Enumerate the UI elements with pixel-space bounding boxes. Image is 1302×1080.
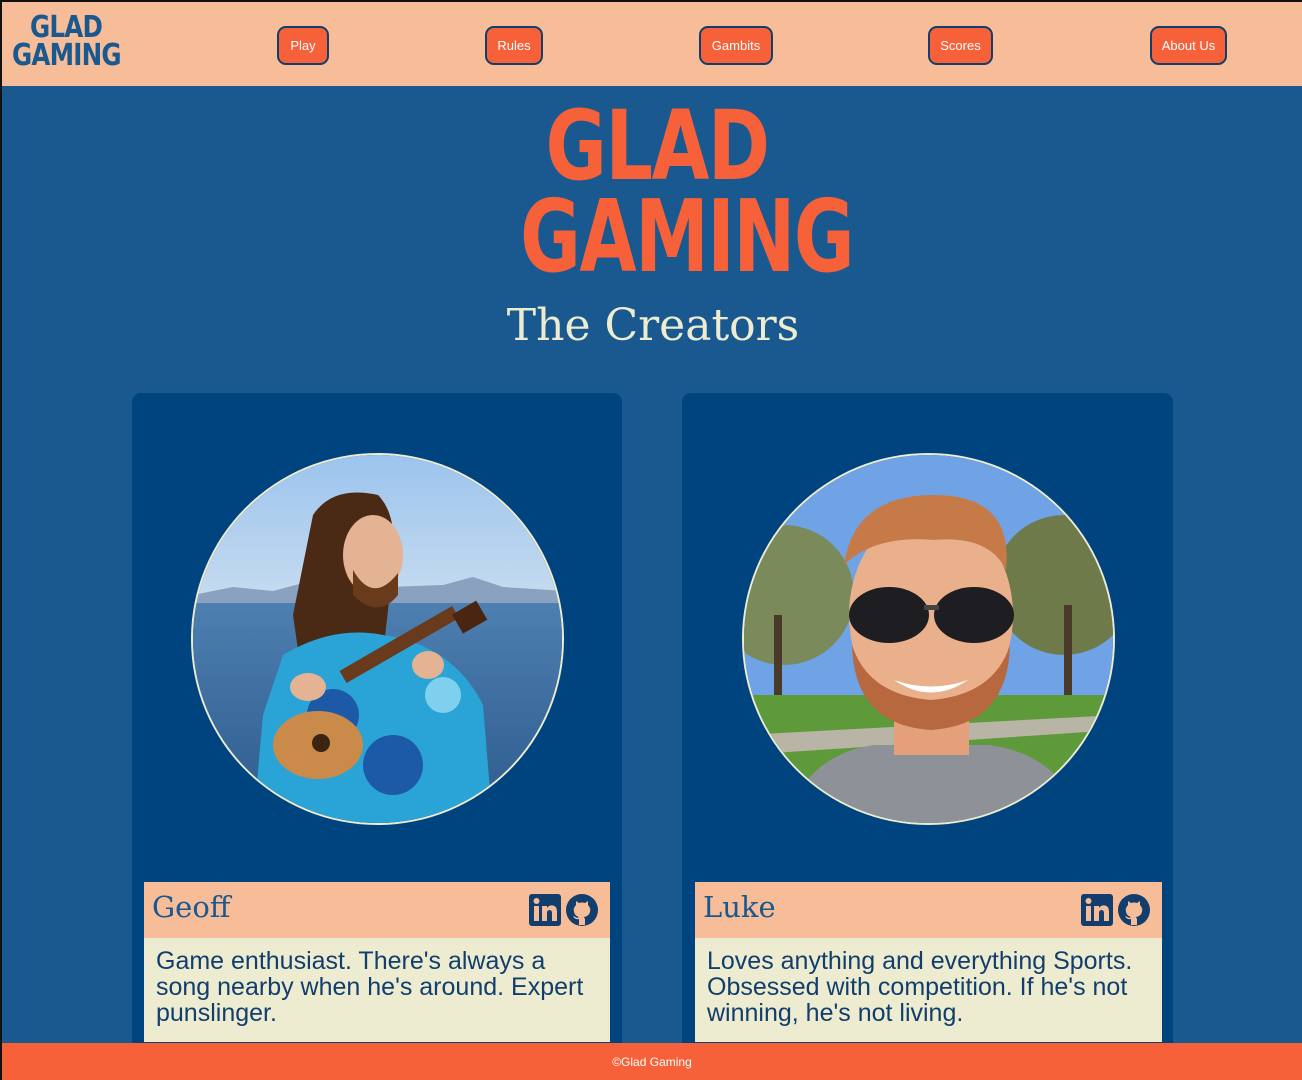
nav-rules-button[interactable]: Rules xyxy=(485,26,543,65)
creator-name-bar: Luke xyxy=(695,882,1162,938)
avatar-luke xyxy=(742,453,1115,825)
nav-gambits-button[interactable]: Gambits xyxy=(699,26,773,65)
brand-logo-line2: GAMING xyxy=(12,38,122,73)
page-title: The Creators xyxy=(506,300,800,351)
github-icon[interactable] xyxy=(1117,893,1151,927)
creator-name-bar: Geoff xyxy=(144,882,610,938)
footer-copyright: ©Glad Gaming xyxy=(612,1054,692,1069)
creator-bio: Loves anything and everything Sports. Ob… xyxy=(707,947,1133,1027)
nav-scores-button[interactable]: Scores xyxy=(928,26,993,65)
avatar-geoff xyxy=(191,453,564,825)
avatar-luke-photo xyxy=(744,455,1113,823)
nav-about-us-button[interactable]: About Us xyxy=(1150,26,1227,65)
hero-logo-line2: GAMING xyxy=(520,178,854,295)
creator-bio-box: Game enthusiast. There's always a song n… xyxy=(144,938,610,1042)
avatar-geoff-photo xyxy=(193,455,562,823)
brand-logo[interactable]: GLAD GAMING xyxy=(12,13,122,73)
creator-name: Luke xyxy=(703,890,776,924)
site-header: GLAD GAMING Play Rules Gambits Scores Ab… xyxy=(2,0,1302,86)
hero-logo: GLAD GAMING xyxy=(472,98,854,295)
creator-bio: Game enthusiast. There's always a song n… xyxy=(156,947,584,1027)
creator-name: Geoff xyxy=(152,890,231,924)
nav-play-button[interactable]: Play xyxy=(277,26,329,65)
creator-bio-box: Loves anything and everything Sports. Ob… xyxy=(695,938,1162,1042)
github-icon[interactable] xyxy=(565,893,599,927)
linkedin-icon[interactable] xyxy=(528,893,562,927)
site-footer: ©Glad Gaming xyxy=(2,1043,1302,1080)
creator-card-luke: Luke Loves anything and everything Sport… xyxy=(682,393,1173,1063)
linkedin-icon[interactable] xyxy=(1080,893,1114,927)
creator-card-geoff: Geoff Game enthusiast. There's always a … xyxy=(132,393,622,1063)
